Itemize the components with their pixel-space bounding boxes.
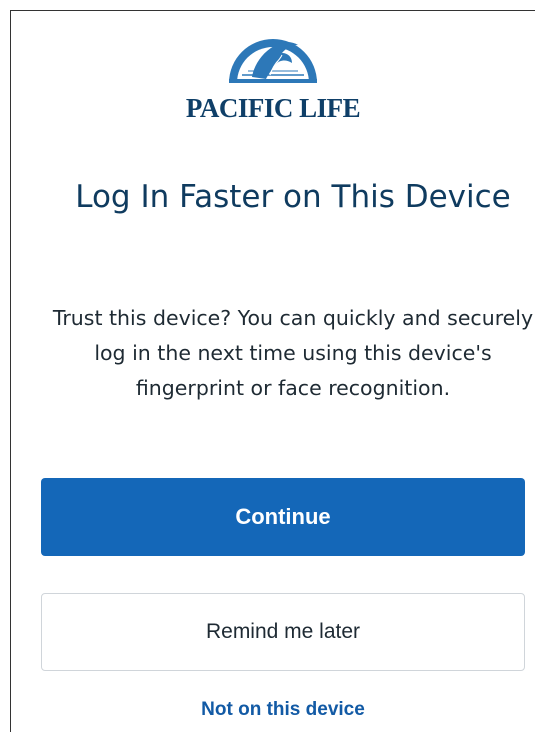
not-on-this-device-link[interactable]: Not on this device: [41, 699, 525, 721]
login-frame: PACIFIC LIFE Log In Faster on This Devic…: [10, 10, 535, 732]
brand-name: PACIFIC LIFE: [185, 93, 361, 123]
trust-message: Trust this device? You can quickly and s…: [52, 306, 534, 400]
pacific-life-logo: PACIFIC LIFE: [11, 31, 535, 124]
page-title: Log In Faster on This Device: [75, 179, 511, 215]
whale-icon: [229, 39, 317, 83]
continue-button[interactable]: Continue: [41, 478, 525, 556]
remind-later-button[interactable]: Remind me later: [41, 593, 525, 671]
